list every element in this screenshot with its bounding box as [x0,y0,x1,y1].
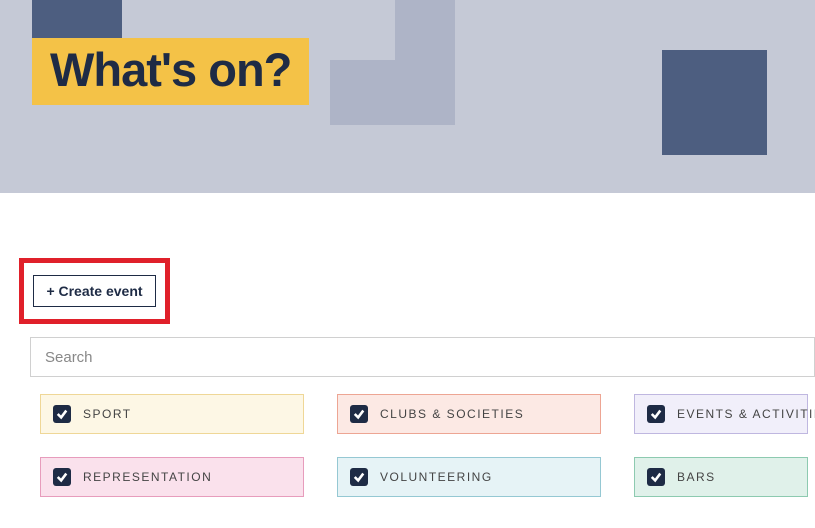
filter-tag-clubs[interactable]: CLUBS & SOCIETIES [337,394,601,434]
checkbox-checked-icon [53,468,71,486]
filter-tag-bars[interactable]: BARS [634,457,808,497]
filter-label: BARS [677,470,716,484]
decorative-shape-inner [330,0,395,60]
tutorial-highlight: + Create event [19,258,170,324]
checkbox-checked-icon [350,468,368,486]
checkbox-checked-icon [350,405,368,423]
filter-label: REPRESENTATION [83,470,212,484]
filter-tag-events[interactable]: EVENTS & ACTIVITIES [634,394,808,434]
filter-tag-volunteering[interactable]: VOLUNTEERING [337,457,601,497]
search-input[interactable] [30,337,815,377]
search-wrap [30,337,815,377]
filter-label: VOLUNTEERING [380,470,493,484]
filter-label: SPORT [83,407,132,421]
checkbox-checked-icon [53,405,71,423]
filter-label: CLUBS & SOCIETIES [380,407,524,421]
filter-tag-sport[interactable]: SPORT [40,394,304,434]
decorative-square [662,50,767,155]
checkbox-checked-icon [647,405,665,423]
filter-label: EVENTS & ACTIVITIES [677,407,815,421]
page-title: What's on? [50,42,291,97]
filter-tag-representation[interactable]: REPRESENTATION [40,457,304,497]
filter-row: SPORT CLUBS & SOCIETIES EVENTS & ACTIVIT… [40,394,815,497]
hero-title-wrap: What's on? [32,38,309,105]
decorative-shape [330,0,455,125]
hero-banner: What's on? [0,0,815,193]
decorative-square [32,0,122,40]
create-event-button[interactable]: + Create event [33,275,155,307]
checkbox-checked-icon [647,468,665,486]
